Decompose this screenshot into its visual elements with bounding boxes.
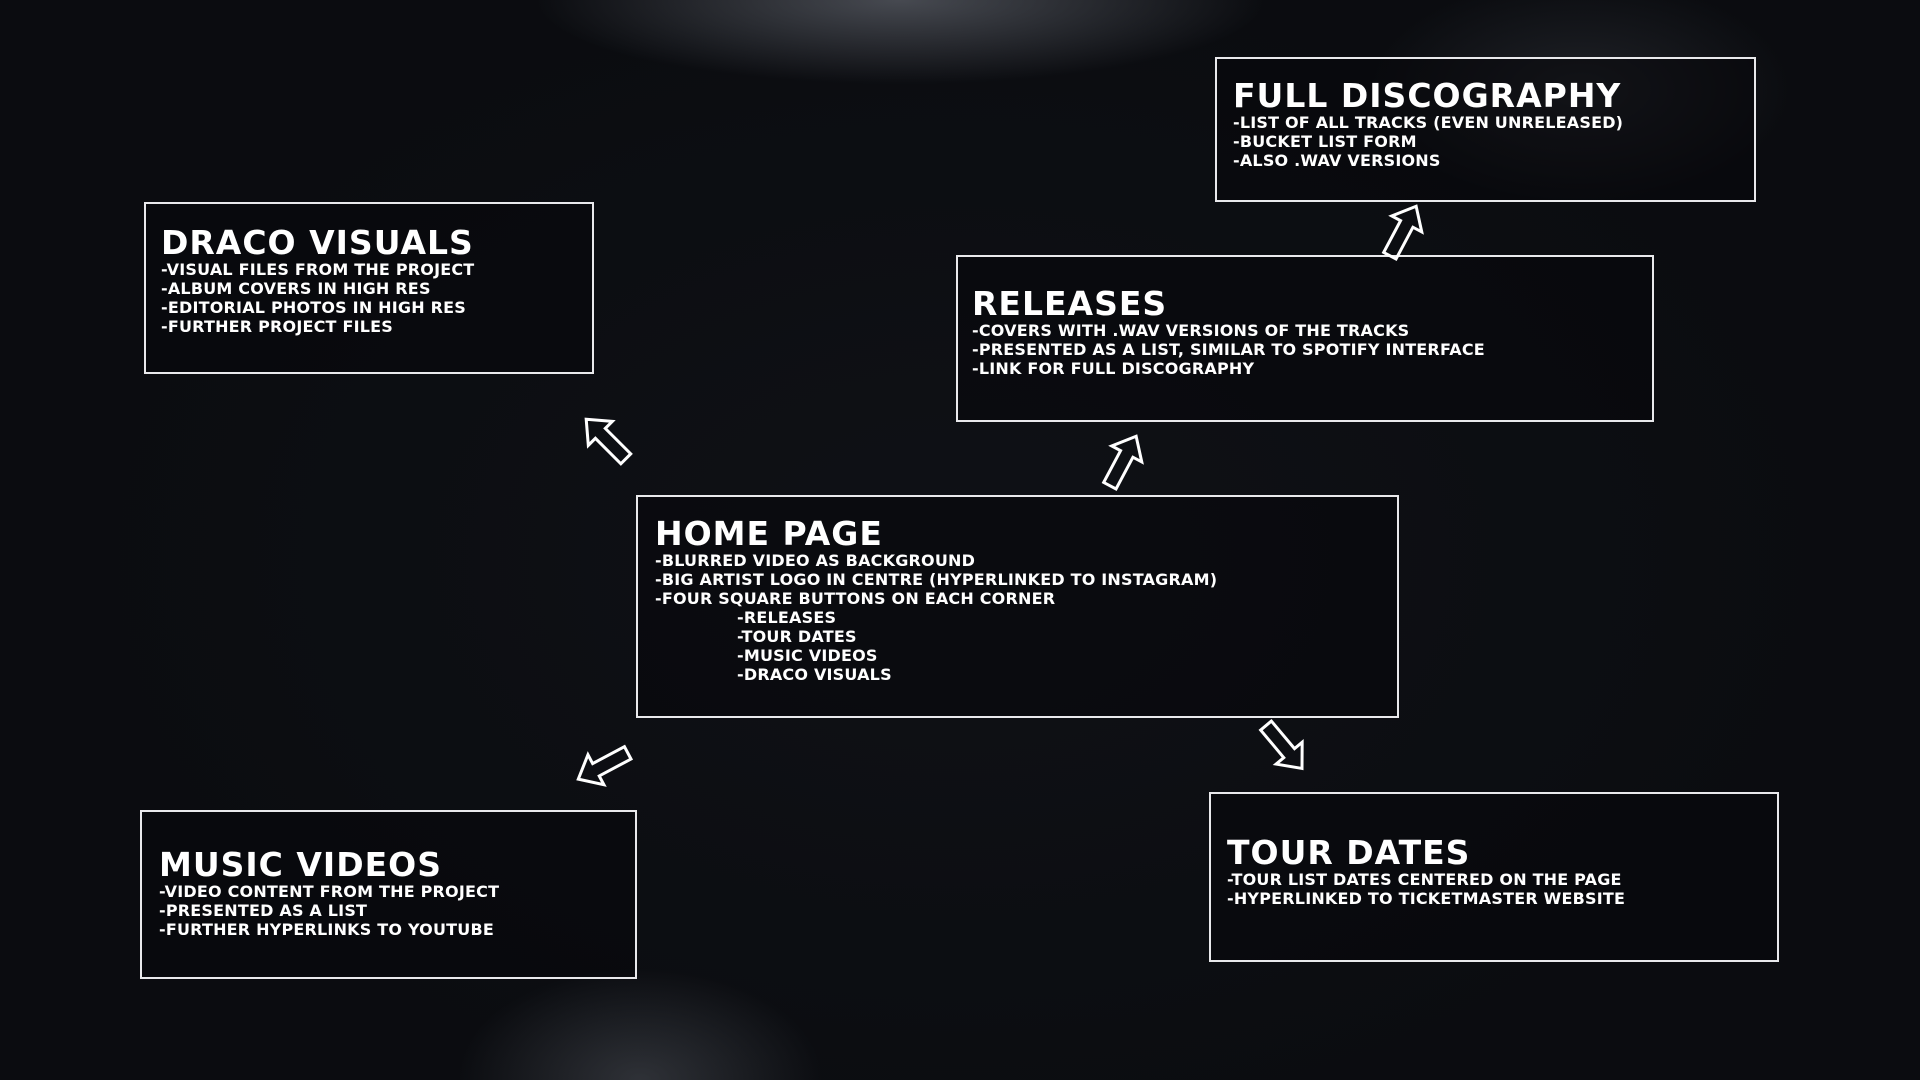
connector-arrows bbox=[568, 196, 1433, 796]
arrow-to-draco-visuals-icon bbox=[572, 405, 640, 473]
arrow-to-releases-icon bbox=[1093, 426, 1153, 496]
arrow-to-full-discography-icon bbox=[1373, 196, 1433, 266]
arrow-to-music-videos-icon bbox=[568, 736, 638, 796]
arrow-to-tour-dates-icon bbox=[1251, 713, 1317, 781]
